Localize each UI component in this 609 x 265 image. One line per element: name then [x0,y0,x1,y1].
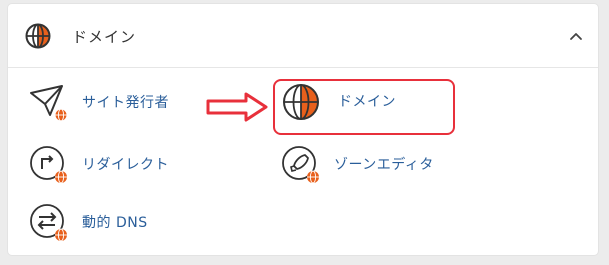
site-publisher-label: サイト発行者 [82,95,169,111]
redirect-globe-icon [30,146,67,184]
section-title: ドメイン [72,28,137,46]
site-publisher-link[interactable]: サイト発行者 [28,82,198,126]
rocket-globe-icon [282,146,319,184]
globe-icon [25,23,51,49]
highlight-box [273,79,455,135]
right-arrow-icon [206,92,268,122]
paper-plane-globe-icon [30,85,68,122]
zone-editor-label: ゾーンエディタ [334,157,434,173]
domains-panel: ドメイン サイト発行者 リダイレクト 動的 DNS ドメイン ゾーンエディタ [7,3,599,256]
panel-header[interactable]: ドメイン [8,4,598,68]
exchange-arrows-globe-icon [30,204,67,242]
zone-editor-link[interactable]: ゾーンエディタ [280,144,450,188]
dynamic-dns-label: 動的 DNS [82,215,148,231]
redirects-label: リダイレクト [82,157,169,173]
chevron-up-icon[interactable] [568,28,584,44]
redirects-link[interactable]: リダイレクト [28,144,198,188]
dynamic-dns-link[interactable]: 動的 DNS [28,202,198,246]
